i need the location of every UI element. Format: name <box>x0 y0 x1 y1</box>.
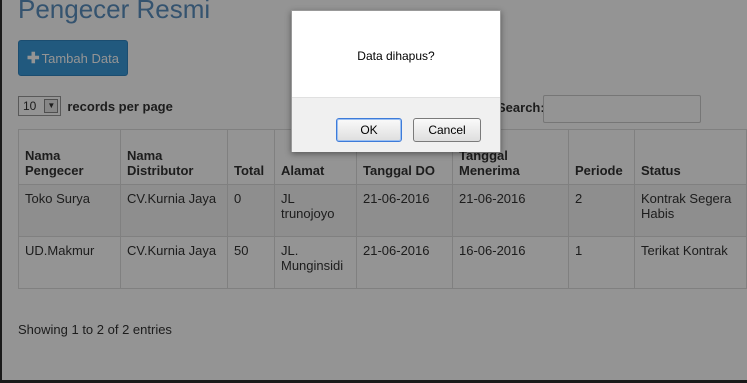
ok-button[interactable]: OK <box>336 118 402 142</box>
frame-border-left <box>0 0 2 383</box>
dialog-footer: OK Cancel <box>292 97 500 152</box>
confirm-dialog: Data dihapus? OK Cancel <box>291 10 501 152</box>
cancel-button[interactable]: Cancel <box>413 118 481 142</box>
dialog-message: Data dihapus? <box>357 49 435 63</box>
